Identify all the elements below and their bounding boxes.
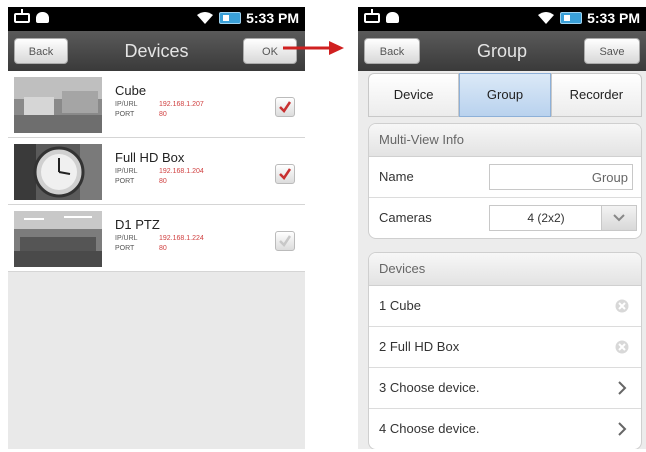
remove-icon[interactable] [615,340,629,354]
device-port: PORT 80 [115,111,167,118]
group-top-bar: Back Group Save [358,31,646,71]
usb-icon [364,8,380,23]
group-device-row[interactable]: 1 Cube [369,286,641,327]
chevron-down-icon[interactable] [601,206,636,230]
tab-group[interactable]: Group [459,73,551,117]
multi-view-info-panel: Multi-View Info Name Cameras 4 (2x2) [368,123,642,239]
device-thumbnail [14,211,102,267]
device-row-d1-ptz[interactable]: D1 PTZ IP/URL 192.168.1.224 PORT 80 [8,205,305,272]
name-row: Name [369,157,641,198]
tab-bar: Device Group Recorder [368,73,642,117]
chevron-right-icon [615,381,629,395]
group-device-label: 1 Cube [379,298,421,313]
remove-icon[interactable] [615,299,629,313]
device-row-cube[interactable]: Cube IP/URL 192.168.1.207 PORT 80 [8,71,305,138]
cameras-selected-value: 4 (2x2) [527,211,565,225]
devices-panel: Devices 1 Cube 2 Full HD Box 3 Choose de… [368,252,642,449]
group-device-row[interactable]: 2 Full HD Box [369,327,641,368]
devices-header: Devices [369,253,641,286]
name-label: Name [379,169,414,184]
chevron-right-icon [615,422,629,436]
group-device-label: 2 Full HD Box [379,339,460,354]
status-time: 5:33 PM [587,10,640,26]
tab-recorder[interactable]: Recorder [550,73,642,117]
group-device-row[interactable]: 3 Choose device. [369,368,641,409]
android-icon [386,12,399,23]
multi-view-info-header: Multi-View Info [369,124,641,157]
status-bar: 5:33 PM [8,7,305,31]
group-device-row[interactable]: 4 Choose device. [369,409,641,449]
device-thumbnail [14,77,102,133]
device-checkbox[interactable] [275,164,295,184]
device-ip: IP/URL 192.168.1.207 [115,101,204,108]
tab-device[interactable]: Device [368,73,460,117]
device-checkbox[interactable] [275,97,295,117]
battery-icon [560,12,583,24]
wifi-icon [196,11,214,25]
save-button[interactable]: Save [584,38,640,64]
device-ip: IP/URL 192.168.1.204 [115,168,204,175]
cameras-select[interactable]: 4 (2x2) [489,205,637,231]
usb-icon [14,8,30,23]
devices-top-bar: Back Devices OK [8,31,305,71]
device-checkbox[interactable] [275,231,295,251]
group-device-label: 4 Choose device. [379,421,480,436]
device-name: Cube [115,83,147,98]
android-icon [36,12,49,23]
device-port: PORT 80 [115,178,167,185]
cameras-row: Cameras 4 (2x2) [369,198,641,238]
status-bar: 5:33 PM [358,7,646,31]
cameras-label: Cameras [379,210,432,225]
flow-arrow-icon [283,40,345,56]
device-port: PORT 80 [115,245,167,252]
status-time: 5:33 PM [246,10,299,26]
device-list: Cube IP/URL 192.168.1.207 PORT 80 Full HD [8,71,305,272]
device-name: D1 PTZ [115,217,160,232]
wifi-icon [537,11,555,25]
group-screen: 5:33 PM Back Group Save Device Group Rec… [358,7,646,449]
device-thumbnail [14,144,102,200]
group-name-input[interactable] [489,164,633,190]
device-ip: IP/URL 192.168.1.224 [115,235,204,242]
devices-screen: 5:33 PM Back Devices OK Cube IP/URL 192.1… [8,7,305,449]
group-device-label: 3 Choose device. [379,380,480,395]
battery-icon [219,12,242,24]
device-name: Full HD Box [115,150,185,165]
device-row-full-hd-box[interactable]: Full HD Box IP/URL 192.168.1.204 PORT 80 [8,138,305,205]
